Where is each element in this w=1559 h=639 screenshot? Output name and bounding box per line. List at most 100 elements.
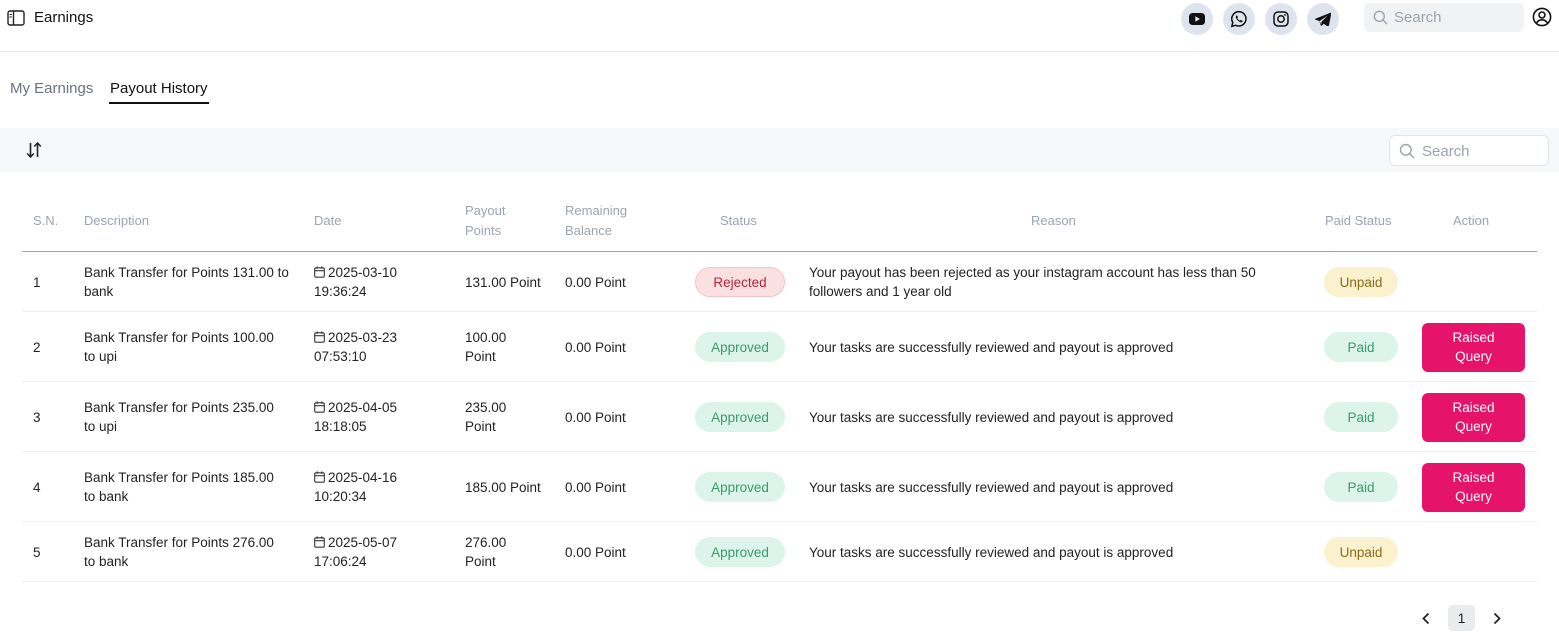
cell-date: 2025-04-16 10:20:34 xyxy=(314,468,397,506)
cell-sn: 5 xyxy=(33,544,41,560)
cell-description: Bank Transfer for Points 131.00 to bank xyxy=(84,263,299,301)
paid-status-badge: Paid xyxy=(1324,402,1398,432)
date-value: 2025-05-07 xyxy=(328,535,398,550)
status-badge: Rejected xyxy=(695,267,785,297)
tab-payout-history[interactable]: Payout History xyxy=(110,80,208,97)
payout-points-line1: 235.00 xyxy=(465,400,507,415)
raised-query-label-line1: Raised xyxy=(1452,330,1495,345)
column-header-status: Status xyxy=(720,213,757,228)
status-badge: Approved xyxy=(695,472,785,502)
description-line2: bank xyxy=(84,284,114,299)
payout-history-table: S.N. Description Date Payout Points Rema… xyxy=(22,196,1537,582)
payout-points-line1: 276.00 xyxy=(465,535,507,550)
pagination-prev-button[interactable] xyxy=(1418,605,1434,631)
table-row: 5 Bank Transfer for Points 276.00 to bank 2… xyxy=(22,522,1537,582)
status-badge: Approved xyxy=(695,537,785,567)
pagination-next-button[interactable] xyxy=(1489,605,1505,631)
table-row: 3 Bank Transfer for Points 235.00 to upi 20… xyxy=(22,382,1537,452)
top-bar: Earnings Search xyxy=(0,0,1559,52)
table-toolbar: Search xyxy=(0,128,1559,172)
youtube-link[interactable] xyxy=(1181,3,1213,35)
table-row: 4 Bank Transfer for Points 185.00 to bank 2… xyxy=(22,452,1537,522)
column-header-remaining-line2: Balance xyxy=(565,223,612,238)
cell-sn: 4 xyxy=(33,479,41,495)
column-header-date: Date xyxy=(314,213,342,228)
description-line2: to bank xyxy=(84,554,129,569)
cell-date: 2025-03-10 19:36:24 xyxy=(314,263,397,301)
tab-my-earnings[interactable]: My Earnings xyxy=(10,80,93,97)
description-line2: to bank xyxy=(84,489,129,504)
reason-line1: Your tasks are successfully reviewed and… xyxy=(809,409,1174,425)
cell-payout-points: 276.00 Point xyxy=(465,533,506,571)
date-value: 2025-04-16 xyxy=(328,470,398,485)
telegram-link[interactable] xyxy=(1307,3,1339,35)
table-row: 1 Bank Transfer for Points 131.00 to bank 2… xyxy=(22,252,1537,312)
column-header-remaining-line1: Remaining xyxy=(565,203,628,218)
youtube-icon xyxy=(1189,13,1205,25)
sort-icon[interactable] xyxy=(26,141,42,159)
cell-date: 2025-05-07 17:06:24 xyxy=(314,533,397,571)
header-search-input[interactable]: Search xyxy=(1364,3,1524,32)
cell-payout-points: 185.00 Point xyxy=(465,478,541,497)
date-value: 2025-03-10 xyxy=(328,265,398,280)
description-line2: to upi xyxy=(84,419,118,434)
status-badge: Approved xyxy=(695,402,785,432)
table-body: 1 Bank Transfer for Points 131.00 to bank 2… xyxy=(22,252,1537,582)
column-header-remaining-balance: Remaining Balance xyxy=(565,201,627,241)
payout-points-line2: Point xyxy=(465,554,496,569)
column-header-action: Action xyxy=(1453,213,1490,228)
user-avatar-icon[interactable] xyxy=(1532,7,1552,27)
cell-payout-points: 235.00 Point xyxy=(465,398,506,436)
payout-points-line2: Point xyxy=(465,349,496,364)
description-line1: Bank Transfer for Points 185.00 xyxy=(84,470,274,485)
status-badge: Approved xyxy=(695,332,785,362)
raised-query-button[interactable]: Raised Query xyxy=(1422,462,1525,512)
raised-query-button[interactable]: Raised Query xyxy=(1422,392,1525,442)
payout-points-line1: 131.00 Point xyxy=(465,274,541,290)
cell-description: Bank Transfer for Points 185.00 to bank xyxy=(84,468,299,506)
table-search-input[interactable]: Search xyxy=(1389,135,1549,166)
paid-status-badge: Unpaid xyxy=(1324,267,1398,297)
column-header-payout-line2: Points xyxy=(465,223,502,238)
whatsapp-link[interactable] xyxy=(1223,3,1255,35)
cell-remaining-balance: 0.00 Point xyxy=(565,409,626,425)
raised-query-label-line2: Query xyxy=(1455,349,1492,364)
time-value: 18:18:05 xyxy=(314,419,367,434)
time-value: 10:20:34 xyxy=(314,489,367,504)
instagram-link[interactable] xyxy=(1265,3,1297,35)
pagination-page-button[interactable]: 1 xyxy=(1448,605,1475,631)
reason-line1: Your tasks are successfully reviewed and… xyxy=(809,544,1174,560)
payout-points-line1: 185.00 Point xyxy=(465,479,541,495)
instagram-icon xyxy=(1273,11,1289,27)
payout-points-line1: 100.00 xyxy=(465,330,507,345)
reason-line1: Your tasks are successfully reviewed and… xyxy=(809,339,1174,355)
payout-points-line2: Point xyxy=(465,419,496,434)
table-header: S.N. Description Date Payout Points Rema… xyxy=(22,196,1537,252)
sidebar-toggle-icon[interactable] xyxy=(7,10,25,26)
description-line2: to upi xyxy=(84,349,118,364)
column-header-payout-points: Payout Points xyxy=(465,201,505,241)
table-row: 2 Bank Transfer for Points 100.00 to upi 20… xyxy=(22,312,1537,382)
cell-sn: 2 xyxy=(33,339,41,355)
cell-description: Bank Transfer for Points 100.00 to upi xyxy=(84,328,299,366)
cell-remaining-balance: 0.00 Point xyxy=(565,274,626,290)
cell-date: 2025-03-23 07:53:10 xyxy=(314,328,397,366)
paid-status-badge: Unpaid xyxy=(1324,537,1398,567)
search-icon xyxy=(1399,143,1415,159)
calendar-icon xyxy=(314,536,325,548)
cell-reason: Your tasks are successfully reviewed and… xyxy=(809,478,1289,497)
calendar-icon xyxy=(314,331,325,343)
column-header-paid-status: Paid Status xyxy=(1325,213,1392,228)
reason-line1: Your payout has been rejected as your in… xyxy=(809,265,1256,280)
calendar-icon xyxy=(314,266,325,278)
search-icon xyxy=(1373,10,1388,25)
column-header-payout-line1: Payout xyxy=(465,203,506,218)
time-value: 19:36:24 xyxy=(314,284,367,299)
raised-query-button[interactable]: Raised Query xyxy=(1422,322,1525,372)
paid-status-badge: Paid xyxy=(1324,332,1398,362)
cell-description: Bank Transfer for Points 276.00 to bank xyxy=(84,533,299,571)
description-line1: Bank Transfer for Points 100.00 xyxy=(84,330,274,345)
page-title: Earnings xyxy=(34,9,94,26)
cell-remaining-balance: 0.00 Point xyxy=(565,479,626,495)
raised-query-label-line1: Raised xyxy=(1452,400,1495,415)
